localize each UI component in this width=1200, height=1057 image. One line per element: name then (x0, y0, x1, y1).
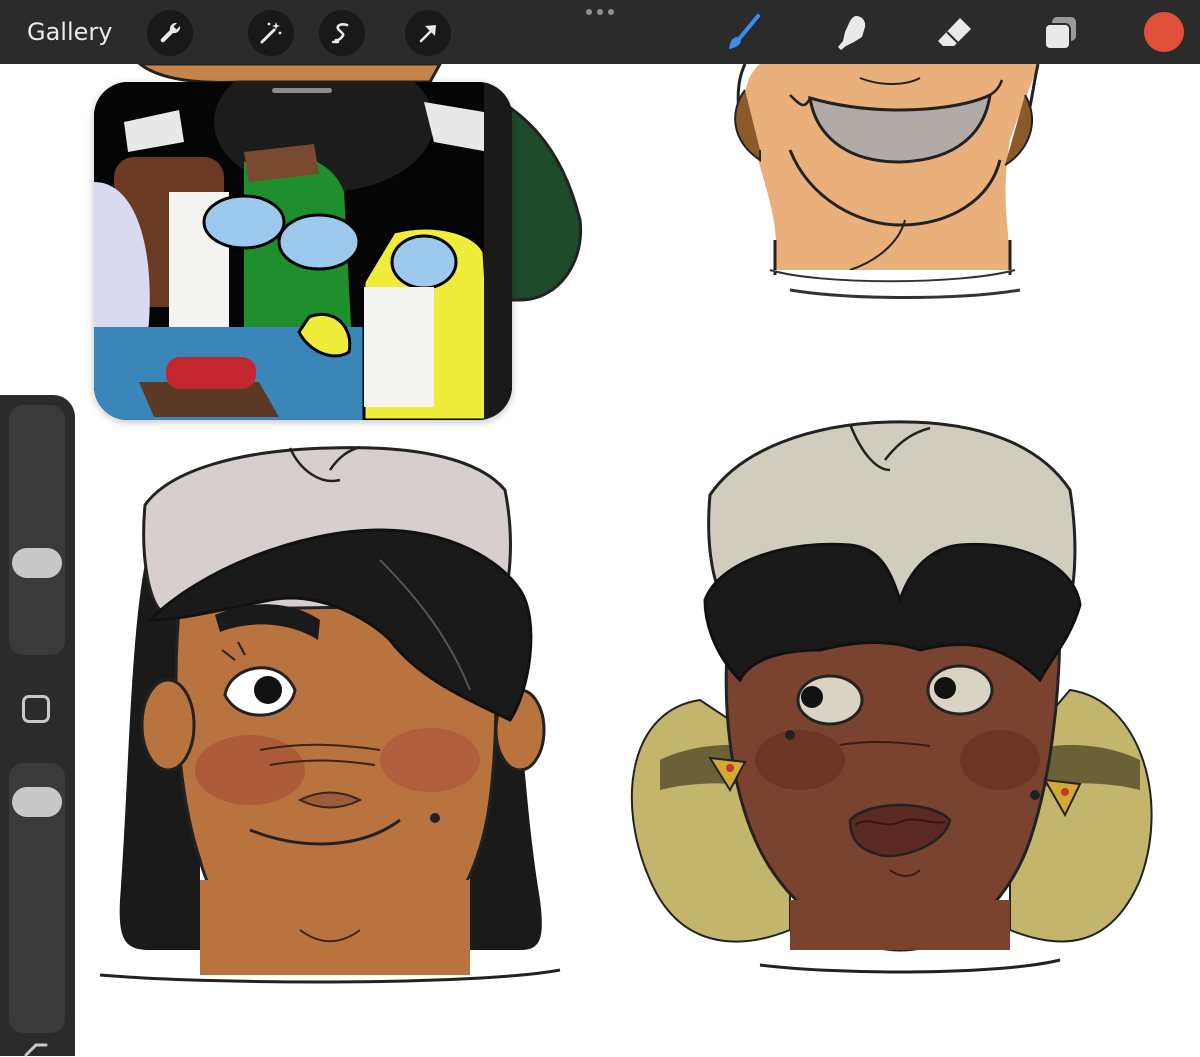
transform-button[interactable] (405, 10, 451, 56)
selection-icon (331, 23, 349, 44)
magic-wand-icon (260, 22, 282, 44)
modify-button[interactable] (22, 695, 50, 723)
color-swatch-button[interactable] (1144, 12, 1184, 52)
brush-icon (729, 14, 760, 49)
undo-icon[interactable] (22, 1041, 52, 1057)
side-toolbar (0, 395, 75, 1057)
layers-icon (1044, 17, 1076, 50)
layers-button[interactable] (1040, 12, 1082, 54)
smudge-icon (838, 16, 866, 50)
smudge-button[interactable] (832, 12, 874, 54)
gallery-button[interactable]: Gallery (27, 14, 112, 50)
brush-size-slider[interactable] (9, 405, 65, 655)
reference-drag-handle[interactable] (272, 88, 332, 93)
reference-image (94, 82, 512, 420)
adjustments-button[interactable] (248, 10, 294, 56)
brush-button[interactable] (722, 12, 764, 54)
eraser-button[interactable] (934, 12, 976, 54)
selection-button[interactable] (319, 10, 365, 56)
transform-arrow-icon (419, 25, 436, 43)
actions-button[interactable] (147, 10, 193, 56)
wrench-icon (160, 22, 181, 43)
ellipsis-icon[interactable] (584, 5, 616, 19)
eraser-icon (938, 18, 971, 46)
top-toolbar: Gallery (0, 0, 1200, 64)
opacity-thumb[interactable] (12, 787, 62, 817)
brush-size-thumb[interactable] (12, 548, 62, 578)
reference-window[interactable] (94, 82, 512, 420)
